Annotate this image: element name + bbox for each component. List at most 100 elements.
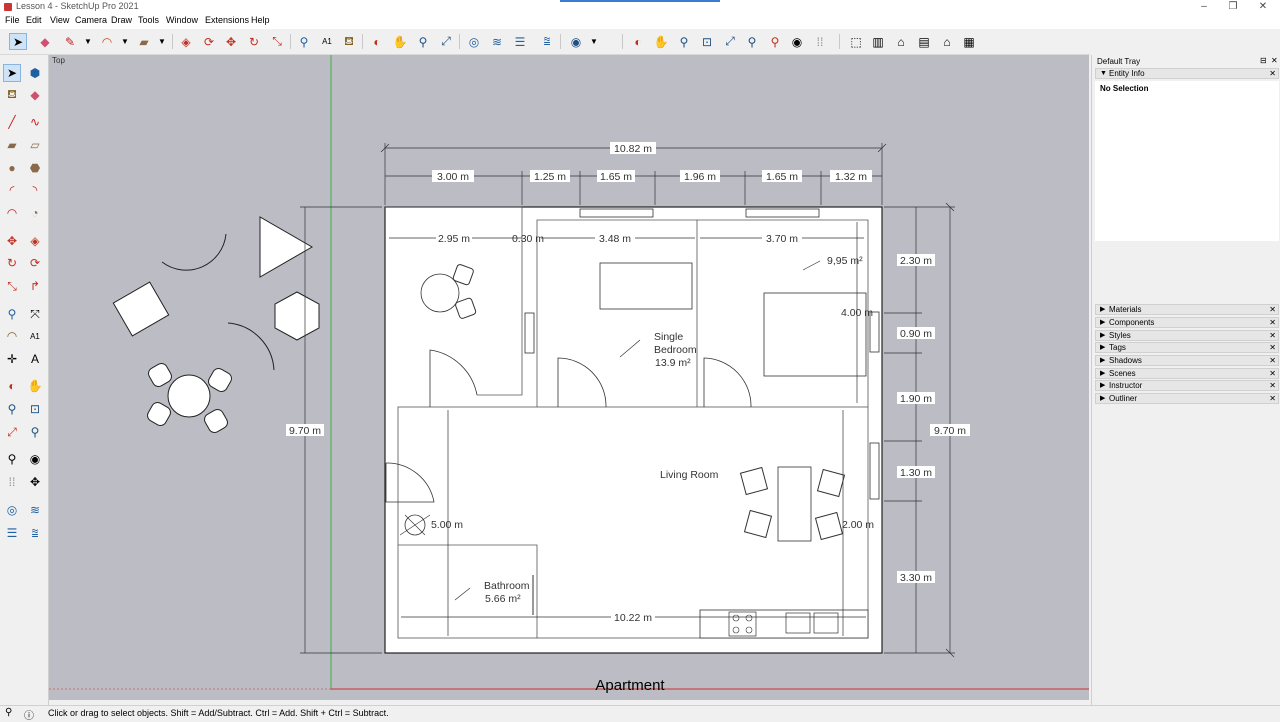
sandbox-from-contours-icon[interactable]: ◎ <box>465 33 483 50</box>
dimension-tool-icon[interactable]: ⤧ <box>26 305 44 323</box>
pin-icon[interactable]: ⊟ <box>1260 56 1267 65</box>
walk-icon[interactable]: ◉ <box>788 33 806 50</box>
move-tool-icon[interactable]: ✥ <box>3 232 21 250</box>
close-window-button[interactable]: ✕ <box>1248 0 1278 14</box>
panel-tags[interactable]: ▶ Tags ✕ <box>1095 342 1279 353</box>
rotated-rectangle-tool-icon[interactable]: ▱ <box>26 136 44 154</box>
rectangle-icon[interactable]: ▰ <box>135 33 153 50</box>
panel-entity-info[interactable]: ▼ Entity Info ✕ <box>1095 68 1279 79</box>
arc-icon[interactable]: ◠ <box>98 33 116 50</box>
zoom-extents-icon-2[interactable]: ⤢ <box>721 33 739 50</box>
panel-outliner[interactable]: ▶ Outliner ✕ <box>1095 393 1279 404</box>
arc-dropdown-icon[interactable]: ▼ <box>116 33 134 50</box>
3d-text-tool-icon[interactable]: A <box>26 350 44 368</box>
front-view-icon[interactable]: ▥ <box>869 33 887 50</box>
menu-help[interactable]: Help <box>251 15 270 25</box>
section-plane-tool-icon[interactable]: ✥ <box>26 473 44 491</box>
zoom-window-icon[interactable]: ⊡ <box>698 33 716 50</box>
three-point-arc-tool-icon[interactable]: ◠ <box>3 204 21 222</box>
paint-bucket-icon[interactable]: ⛾ <box>340 33 358 50</box>
offset-tool-icon[interactable]: ↱ <box>26 277 44 295</box>
scale-tool-icon[interactable]: ⤡ <box>3 277 21 295</box>
previous-view-tool-icon[interactable]: ⚲ <box>26 423 44 441</box>
geo-location-icon[interactable]: ⚲ <box>5 707 12 718</box>
zoom-extents-icon[interactable]: ⤢ <box>437 33 455 50</box>
close-icon[interactable]: ✕ <box>1269 69 1276 79</box>
position-camera-tool-icon[interactable]: ⚲ <box>3 450 21 468</box>
walk-footprints-icon[interactable]: ⁞⁞ <box>811 33 829 50</box>
close-icon[interactable]: ✕ <box>1269 305 1276 315</box>
pencil-line-icon[interactable]: ✎ <box>61 33 79 50</box>
panel-scenes[interactable]: ▶ Scenes ✕ <box>1095 368 1279 379</box>
close-icon[interactable]: ✕ <box>1269 394 1276 404</box>
close-icon[interactable]: ✕ <box>1269 381 1276 391</box>
sandbox-drape-tool-icon[interactable]: ⩰ <box>26 524 44 542</box>
zoom-icon-2[interactable]: ⚲ <box>675 33 693 50</box>
two-point-arc-tool-icon[interactable]: ◝ <box>26 181 44 199</box>
panel-instructor[interactable]: ▶ Instructor ✕ <box>1095 380 1279 391</box>
axes-tool-icon[interactable]: ✛ <box>3 350 21 368</box>
menu-window[interactable]: Window <box>166 15 198 25</box>
sandbox-stamp-tool-icon[interactable]: ☰ <box>3 524 21 542</box>
menu-tools[interactable]: Tools <box>138 15 159 25</box>
freehand-tool-icon[interactable]: ∿ <box>26 113 44 131</box>
zoom-tool-icon[interactable]: ⚲ <box>3 400 21 418</box>
zoom-icon[interactable]: ⚲ <box>414 33 432 50</box>
panel-shadows[interactable]: ▶ Shadows ✕ <box>1095 355 1279 366</box>
pan-tool-icon[interactable]: ✋ <box>26 377 44 395</box>
sandbox-smoove-icon[interactable]: ≋ <box>488 33 506 50</box>
close-icon[interactable]: ✕ <box>1269 356 1276 366</box>
house-icon[interactable]: ⌂ <box>892 33 910 50</box>
panel-components[interactable]: ▶ Components ✕ <box>1095 317 1279 328</box>
line-tool-icon[interactable]: ╱ <box>3 113 21 131</box>
eraser-icon[interactable]: ◆ <box>36 33 54 50</box>
circle-tool-icon[interactable]: ● <box>3 159 21 177</box>
minimize-button[interactable]: – <box>1189 0 1219 14</box>
orbit-icon-2[interactable]: ◐ <box>629 33 647 50</box>
menu-extensions[interactable]: Extensions <box>205 15 249 25</box>
text-tool-icon[interactable]: A1 <box>26 327 44 345</box>
line-dropdown-icon[interactable]: ▼ <box>79 33 97 50</box>
drawing-viewport[interactable]: Top 10.82 m 3.00 m 1.25 m 1.65 m 1.96 m … <box>49 55 1089 700</box>
tape-measure-icon[interactable]: ⚲ <box>295 33 313 50</box>
sandbox-stamp-icon[interactable]: ☰ <box>511 33 529 50</box>
iso-view-icon[interactable]: ⬚ <box>847 33 865 50</box>
look-around-icon[interactable]: ⚲ <box>766 33 784 50</box>
menu-view[interactable]: View <box>50 15 69 25</box>
position-camera-icon[interactable]: ⚲ <box>743 33 761 50</box>
push-pull-icon[interactable]: ◈ <box>177 33 195 50</box>
push-pull-tool-icon[interactable]: ◈ <box>26 232 44 250</box>
pie-tool-icon[interactable]: ◔ <box>26 204 44 222</box>
menu-camera[interactable]: Camera <box>75 15 107 25</box>
orbit-icon[interactable]: ◐ <box>368 33 386 50</box>
panel-styles[interactable]: ▶ Styles ✕ <box>1095 330 1279 341</box>
move-icon[interactable]: ✥ <box>222 33 240 50</box>
pan-icon[interactable]: ✋ <box>391 33 409 50</box>
walk-tool-icon[interactable]: ⁞⁞ <box>3 473 21 491</box>
scale-icon[interactable]: ⤡ <box>268 33 286 50</box>
sandbox-scratch-tool-icon[interactable]: ≋ <box>26 501 44 519</box>
protractor-tool-icon[interactable]: ◠ <box>3 327 21 345</box>
panel-materials[interactable]: ▶ Materials ✕ <box>1095 304 1279 315</box>
top-view-icon[interactable]: ▦ <box>960 33 978 50</box>
orbit-tool-icon[interactable]: ◐ <box>3 377 21 395</box>
rotate-icon[interactable]: ↻ <box>245 33 263 50</box>
user-account-icon[interactable]: ◉ <box>567 33 585 50</box>
rotate-tool-icon[interactable]: ↻ <box>3 254 21 272</box>
menu-draw[interactable]: Draw <box>111 15 132 25</box>
right-view-icon[interactable]: ▤ <box>915 33 933 50</box>
follow-me-icon[interactable]: ⟳ <box>200 33 218 50</box>
look-around-tool-icon[interactable]: ◉ <box>26 450 44 468</box>
rectangle-tool-icon[interactable]: ▰ <box>3 136 21 154</box>
pan-icon-2[interactable]: ✋ <box>652 33 670 50</box>
zoom-window-tool-icon[interactable]: ⊡ <box>26 400 44 418</box>
follow-me-tool-icon[interactable]: ⟳ <box>26 254 44 272</box>
eraser-tool-icon[interactable]: ◆ <box>26 86 44 104</box>
text-icon[interactable]: A1 <box>318 33 336 50</box>
select-tool-icon[interactable]: ➤ <box>3 64 21 82</box>
paint-bucket-tool-icon[interactable]: ⛾ <box>3 86 21 104</box>
back-view-icon[interactable]: ⌂ <box>938 33 956 50</box>
component-icon[interactable]: ⬢ <box>26 64 44 82</box>
close-icon[interactable]: ✕ <box>1269 331 1276 341</box>
close-icon[interactable]: ✕ <box>1269 369 1276 379</box>
